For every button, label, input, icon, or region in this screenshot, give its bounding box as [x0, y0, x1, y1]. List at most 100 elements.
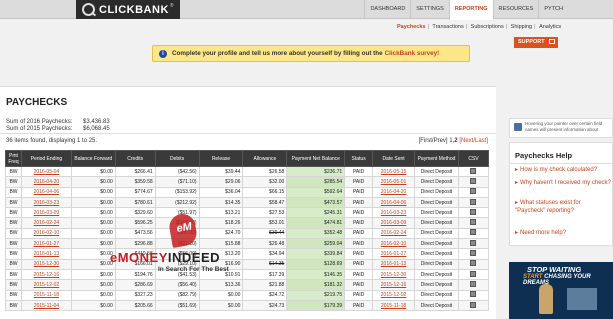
chevron-right-icon: ▸ [515, 180, 519, 186]
cell-date-sent[interactable]: 2016-01-27 [372, 248, 416, 260]
promo-ad[interactable]: STOP WAITING START CHASING YOUR DREAMS [509, 262, 613, 319]
cell-status: PAID [344, 196, 374, 209]
cell-date-sent[interactable]: 2016-03-23 [372, 207, 416, 219]
cell-pmt-freq: BW [5, 289, 22, 301]
cell-period-ending[interactable]: 2015-11-18 [20, 289, 72, 301]
cell-date-sent[interactable]: 2015-12-02 [372, 289, 416, 301]
subnav-transactions[interactable]: Transactions [432, 24, 463, 30]
col-period-ending[interactable]: Period Ending [20, 150, 72, 167]
csv-download-icon[interactable] [470, 280, 477, 287]
subnav-shipping[interactable]: Shipping [511, 24, 532, 30]
help-link-more-help[interactable]: ▸ Need more help? [515, 230, 611, 238]
csv-download-icon[interactable] [470, 167, 477, 174]
csv-download-icon[interactable] [470, 229, 477, 236]
cell-pmt-freq: BW [5, 207, 22, 219]
col-debits[interactable]: Debits [154, 150, 200, 167]
cell-date-sent[interactable]: 2015-12-16 [372, 279, 416, 291]
col-balance-forward[interactable]: Balance Forward [70, 150, 116, 167]
subnav-paychecks[interactable]: Paychecks [397, 24, 425, 30]
cell-period-ending[interactable]: 2016-05-04 [20, 165, 72, 178]
cell-date-sent[interactable]: 2016-05-15 [372, 165, 416, 178]
cell-debits: ($85.00) [154, 227, 200, 240]
csv-download-icon[interactable] [470, 301, 477, 308]
cell-period-ending[interactable]: 2016-01-27 [20, 238, 72, 250]
paychecks-table: Pmt Freq Period Ending Balance Forward C… [5, 150, 490, 312]
cell-status: PAID [344, 176, 374, 188]
cell-date-sent[interactable]: 2016-05-01 [372, 176, 416, 188]
cell-period-ending[interactable]: 2016-04-20 [20, 176, 72, 188]
cell-period-ending[interactable]: 2016-02-24 [20, 217, 72, 229]
cell-date-sent[interactable]: 2016-01-13 [372, 258, 416, 270]
cell-period-ending[interactable]: 2016-03-09 [20, 207, 72, 219]
cell-period-ending[interactable]: 2016-04-06 [20, 186, 72, 198]
cell-credits: $296.88 [114, 238, 156, 250]
pager-next-last[interactable]: [Next/Last] [459, 138, 488, 144]
cell-date-sent[interactable]: 2015-12-30 [372, 268, 416, 281]
help-link-statuses[interactable]: ▸ What statuses exist for "Paycheck" repo… [515, 200, 611, 215]
col-payment-method[interactable]: Payment Method [414, 150, 459, 167]
csv-download-icon[interactable] [470, 177, 477, 184]
cell-period-ending[interactable]: 2016-03-23 [20, 196, 72, 209]
subnav-analytics[interactable]: Analytics [539, 24, 561, 30]
cell-net-balance: $236.71 [286, 165, 346, 178]
col-allowance[interactable]: Allowance [242, 150, 288, 167]
table-row: BW 2016-02-10 $0.00 $473.56 ($85.00) $24.70 $3… [5, 227, 490, 240]
cell-date-sent[interactable]: 2016-04-06 [372, 196, 416, 209]
cell-balance-forward: $0.00 [70, 248, 116, 260]
cell-debits: ($153.92) [154, 186, 200, 198]
page-title: PAYCHECKS [6, 97, 68, 108]
help-link-calculated[interactable]: ▸ How is my check calculated? [515, 167, 611, 175]
cell-date-sent[interactable]: 2016-04-20 [372, 186, 416, 198]
cell-period-ending[interactable]: 2016-01-13 [20, 248, 72, 260]
cell-date-sent[interactable]: 2016-02-24 [372, 227, 416, 240]
cell-credits: $473.56 [114, 227, 156, 240]
hover-tip: Hovering your pointer over certain field… [509, 118, 613, 138]
csv-download-icon[interactable] [470, 208, 477, 215]
csv-download-icon[interactable] [470, 270, 477, 277]
csv-download-icon[interactable] [470, 250, 477, 257]
csv-download-icon[interactable] [470, 188, 477, 195]
col-date-sent[interactable]: Date Sent [372, 150, 416, 167]
survey-link[interactable]: ClickBank survey! [385, 50, 440, 57]
hover-tip-text: Hovering your pointer over certain field… [525, 121, 603, 132]
nav-reporting[interactable]: REPORTING [448, 0, 493, 20]
cell-period-ending[interactable]: 2015-12-16 [20, 268, 72, 281]
nav-settings[interactable]: SETTINGS [410, 0, 449, 19]
cell-payment-method: Direct Deposit [414, 227, 459, 240]
paychecks-help-panel: Paychecks Help ▸ How is my check calculat… [509, 142, 613, 246]
csv-download-icon[interactable] [470, 291, 477, 298]
cell-pmt-freq: BW [5, 299, 22, 312]
cell-csv [457, 248, 490, 260]
support-button[interactable]: SUPPORT [514, 37, 558, 48]
nav-dashboard[interactable]: DASHBOARD [364, 0, 410, 19]
col-csv[interactable]: CSV [457, 150, 490, 167]
csv-download-icon[interactable] [470, 239, 477, 246]
cell-date-sent[interactable]: 2016-02-10 [372, 238, 416, 250]
ad-background-image [567, 288, 597, 310]
col-net-balance[interactable]: Payment Net Balance [286, 150, 346, 167]
csv-download-icon[interactable] [470, 198, 477, 205]
csv-download-icon[interactable] [470, 260, 477, 267]
cell-balance-forward: $0.00 [70, 176, 116, 188]
csv-download-icon[interactable] [470, 219, 477, 226]
pager-first-prev[interactable]: [First/Prev] [419, 138, 448, 144]
cell-period-ending[interactable]: 2015-11-04 [20, 299, 72, 312]
nav-resources[interactable]: RESOURCES [492, 0, 539, 19]
col-status[interactable]: Status [344, 150, 374, 167]
cell-net-balance: $128.69 [286, 258, 346, 270]
cell-date-sent[interactable]: 2016-03-09 [372, 217, 416, 229]
cell-date-sent[interactable]: 2015-11-18 [372, 299, 416, 312]
clickbank-logo[interactable]: CLICKBANK ® [76, 0, 180, 19]
external-link-icon [549, 39, 556, 45]
cell-balance-forward: $0.00 [70, 289, 116, 301]
col-credits[interactable]: Credits [114, 150, 156, 167]
col-release[interactable]: Release [198, 150, 244, 167]
cell-period-ending[interactable]: 2016-02-10 [20, 227, 72, 240]
cell-period-ending[interactable]: 2015-12-30 [20, 258, 72, 270]
subnav-subscriptions[interactable]: Subscriptions [471, 24, 504, 30]
nav-pytch[interactable]: PYTCH [538, 0, 568, 19]
cell-period-ending[interactable]: 2015-12-02 [20, 279, 72, 291]
col-pmt-freq[interactable]: Pmt Freq [5, 150, 22, 167]
help-link-not-received[interactable]: ▸ Why haven't I received my check? [515, 180, 611, 188]
cell-balance-forward: $0.00 [70, 186, 116, 198]
